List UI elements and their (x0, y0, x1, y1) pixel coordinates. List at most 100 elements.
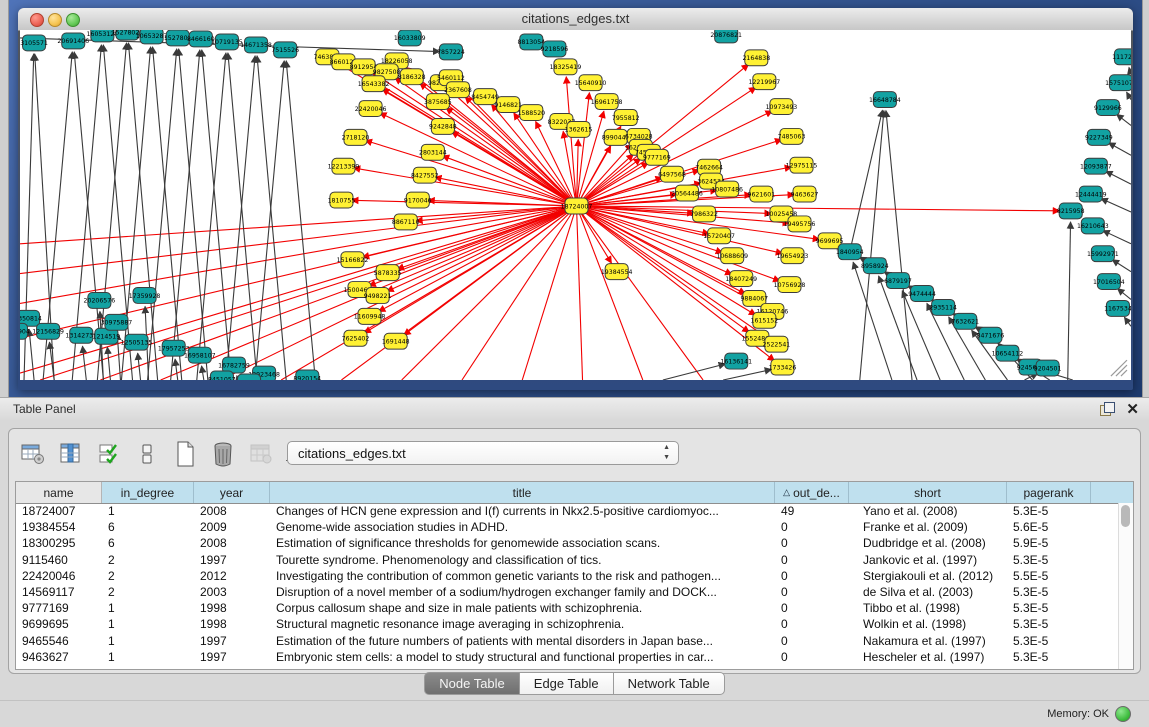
graph-node[interactable]: 8867110 (392, 214, 420, 230)
network-window[interactable]: citations_edges.txt 31055712069140616053… (18, 8, 1133, 390)
graph-node[interactable]: 9463627 (791, 186, 819, 202)
citation-network-graph[interactable]: 3105571206914061605312815278021106532871… (20, 30, 1131, 380)
graph-node[interactable]: 1588520 (517, 105, 545, 121)
graph-node[interactable]: 15751074 (1105, 75, 1131, 91)
graph-node[interactable]: 5878335 (374, 265, 402, 281)
table-vertical-scrollbar[interactable] (1118, 503, 1133, 669)
graph-node[interactable]: 9227349 (1085, 129, 1113, 145)
graph-node[interactable]: 1840954 (836, 244, 864, 260)
graph-node[interactable]: 22420046 (355, 101, 387, 117)
table-row[interactable]: 977716911998Corpus callosum shape and si… (16, 600, 1119, 616)
graph-node[interactable]: 8920154 (293, 370, 321, 380)
graph-node[interactable]: 3105571 (20, 35, 48, 51)
column-header-year[interactable]: year (194, 482, 270, 503)
graph-node[interactable]: 12213399 (328, 158, 360, 174)
table-row[interactable]: 2242004622012Investigating the contribut… (16, 568, 1119, 584)
graph-node[interactable]: 9621601 (747, 186, 775, 202)
column-header-in_degree[interactable]: in_degree (102, 482, 194, 503)
graph-node[interactable]: 16210643 (1077, 218, 1109, 234)
stacked-rows-icon[interactable] (133, 440, 161, 468)
graph-node[interactable]: 14671358 (240, 37, 272, 53)
graph-node[interactable]: 10807486 (711, 181, 743, 197)
graph-node[interactable]: 6879197 (884, 273, 912, 289)
graph-node[interactable]: 1691448 (382, 333, 410, 349)
graph-node[interactable]: 12093877 (1080, 158, 1112, 174)
graph-node[interactable]: 1810755 (328, 192, 356, 208)
graph-node[interactable]: 12975115 (786, 157, 818, 173)
new-document-icon[interactable] (171, 440, 199, 468)
graph-node[interactable]: 16648784 (869, 92, 901, 108)
table-row[interactable]: 969969511998Structural magnetic resonanc… (16, 616, 1119, 632)
table-row[interactable]: 946554611997Estimation of the future num… (16, 633, 1119, 649)
graph-node[interactable]: 10654112 (992, 345, 1024, 361)
network-view-canvas[interactable]: 3105571206914061605312815278021106532871… (20, 30, 1131, 380)
graph-node[interactable]: 9129966 (1094, 100, 1122, 116)
table-row[interactable]: 911546021997Tourette syndrome. Phenomeno… (16, 552, 1119, 568)
graph-node[interactable]: 2522541 (763, 336, 791, 352)
network-window-titlebar[interactable]: citations_edges.txt (18, 8, 1133, 31)
graph-node[interactable]: 20206576 (84, 293, 116, 309)
column-header-pagerank[interactable]: pagerank (1007, 482, 1091, 503)
column-header-out_de[interactable]: △out_de... (775, 482, 849, 503)
graph-node[interactable]: 8215958 (1057, 203, 1085, 219)
column-header-short[interactable]: short (849, 482, 1007, 503)
graph-node[interactable]: 1167534 (1104, 300, 1131, 316)
close-panel-icon[interactable]: ✕ (1126, 400, 1139, 418)
graph-node[interactable]: 1362615 (565, 121, 593, 137)
graph-node[interactable]: 8958924 (861, 258, 889, 274)
graph-node[interactable]: 15166822 (337, 252, 369, 268)
graph-node[interactable]: 3875685 (424, 94, 452, 110)
graph-node[interactable]: 16543382 (358, 76, 390, 92)
graph-node[interactable]: 10688609 (716, 248, 748, 264)
graph-node[interactable]: 9474444 (908, 286, 936, 302)
column-header-name[interactable]: name (16, 482, 102, 503)
graph-node[interactable]: 16961758 (591, 94, 623, 110)
tab-edge-table[interactable]: Edge Table (520, 672, 614, 695)
graph-node[interactable]: 2164838 (742, 50, 770, 66)
graph-node[interactable]: 9242848 (429, 118, 457, 134)
graph-node[interactable]: 10973493 (766, 99, 798, 115)
graph-node[interactable]: 2935114 (929, 299, 957, 315)
graph-node[interactable]: 7515526 (271, 42, 299, 58)
graph-node[interactable]: 8451057 (208, 371, 236, 380)
graph-node[interactable]: 10653287 (136, 30, 168, 44)
graph-node[interactable]: 12219967 (749, 74, 781, 90)
graph-node[interactable]: 17016504 (1093, 274, 1125, 290)
graph-node[interactable]: 1615152 (750, 312, 778, 328)
table-row[interactable]: 1456911722003Disruption of a novel membe… (16, 584, 1119, 600)
table-row[interactable]: 946362711997Embryonic stem cells: a mode… (16, 649, 1119, 665)
delete-table-icon[interactable] (209, 440, 237, 468)
graph-node[interactable]: 15720407 (703, 228, 735, 244)
graph-node[interactable]: 20691406 (57, 33, 89, 49)
graph-node[interactable]: 7625402 (342, 330, 370, 346)
graph-node[interactable]: 16136141 (720, 353, 752, 369)
table-selector-dropdown[interactable]: citations_edges.txt ▲▼ (287, 441, 679, 465)
graph-node[interactable]: 17359928 (129, 288, 161, 304)
table-row[interactable]: 1938455462009Genome-wide association stu… (16, 519, 1119, 535)
tab-node-table[interactable]: Node Table (424, 672, 520, 695)
graph-node[interactable]: 9777169 (643, 149, 671, 165)
graph-node[interactable]: 2803144 (419, 144, 447, 160)
graph-node[interactable]: 12444419 (1075, 186, 1107, 202)
graph-node[interactable]: 9218596 (541, 41, 569, 57)
graph-node[interactable]: 9498221 (364, 288, 392, 304)
graph-node[interactable]: 15992971 (1087, 246, 1119, 262)
table-settings-icon[interactable] (19, 440, 47, 468)
graph-node[interactable]: 10756928 (774, 277, 806, 293)
graph-node[interactable]: 16958107 (184, 347, 216, 363)
graph-node[interactable]: 8471676 (977, 327, 1005, 343)
graph-node[interactable]: 2718120 (342, 129, 370, 145)
graph-node[interactable]: 8427552 (411, 167, 439, 183)
graph-node[interactable]: 15640910 (575, 75, 607, 91)
memory-ok-indicator-icon[interactable] (1115, 706, 1131, 722)
float-panel-icon[interactable] (1100, 402, 1115, 417)
graph-node[interactable]: 8186328 (398, 69, 426, 85)
tab-network-table[interactable]: Network Table (614, 672, 725, 695)
scrollbar-thumb[interactable] (1121, 505, 1130, 527)
graph-node[interactable]: 20564486 (671, 185, 703, 201)
graph-node[interactable]: 7632621 (951, 313, 979, 329)
graph-node[interactable]: 16033809 (394, 30, 426, 46)
graph-node[interactable]: 10719135 (211, 34, 243, 50)
graph-node[interactable]: 9170046 (404, 192, 432, 208)
graph-node[interactable]: 30975887 (101, 314, 133, 330)
